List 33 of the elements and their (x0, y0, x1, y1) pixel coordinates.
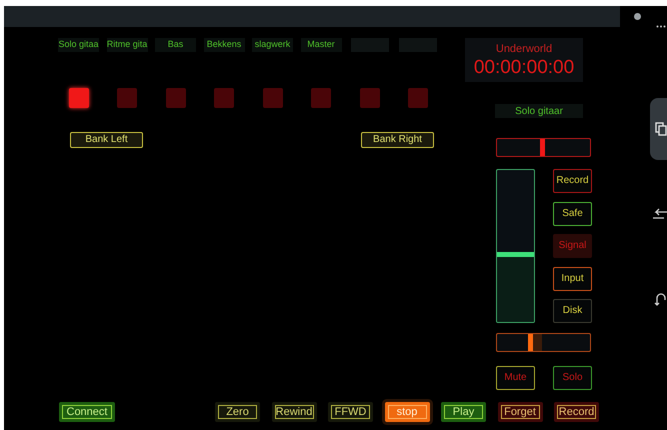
channel-label: Bas (155, 38, 196, 52)
transport-button[interactable]: Play (441, 402, 486, 422)
project-title: Underworld (496, 44, 552, 54)
track-button[interactable]: Disk (553, 299, 592, 323)
transport-button[interactable]: Forget (498, 402, 542, 422)
channel-label: Bekkens (204, 38, 244, 52)
slider-thumb[interactable] (540, 139, 545, 156)
slider[interactable] (496, 138, 591, 157)
overflow-menu-icon[interactable] (656, 25, 666, 28)
bank-button[interactable]: Bank Right (361, 132, 434, 148)
transport-button[interactable]: Rewind (272, 402, 316, 422)
copy-icon (655, 122, 667, 136)
track-button[interactable]: Record (553, 169, 592, 193)
slider[interactable] (496, 333, 591, 352)
channel-label: slagwerk (252, 38, 293, 52)
undo-icon[interactable] (654, 292, 666, 306)
track-button[interactable]: Input (553, 266, 592, 290)
channel-label: Master (300, 38, 342, 52)
transport-button[interactable]: Connect (59, 402, 115, 422)
fader-thumb[interactable] (497, 252, 534, 258)
side-tab[interactable] (650, 98, 667, 160)
transport-button[interactable]: Zero (215, 402, 260, 422)
transport-button[interactable]: FFWD (328, 402, 373, 422)
arm-button[interactable] (68, 88, 88, 108)
volume-fader[interactable] (496, 169, 535, 323)
channel-label: Solo gitaa (58, 38, 99, 52)
timecode: 00:00:00:00 (474, 58, 574, 76)
track-name: Solo gitaar (495, 104, 583, 118)
channel-label: Ritme gita (106, 38, 148, 52)
bank-button[interactable]: Bank Left (70, 132, 143, 148)
slider-thumb[interactable] (528, 334, 534, 351)
transport-button[interactable]: Record (554, 402, 599, 422)
track-button[interactable]: Safe (553, 202, 592, 226)
